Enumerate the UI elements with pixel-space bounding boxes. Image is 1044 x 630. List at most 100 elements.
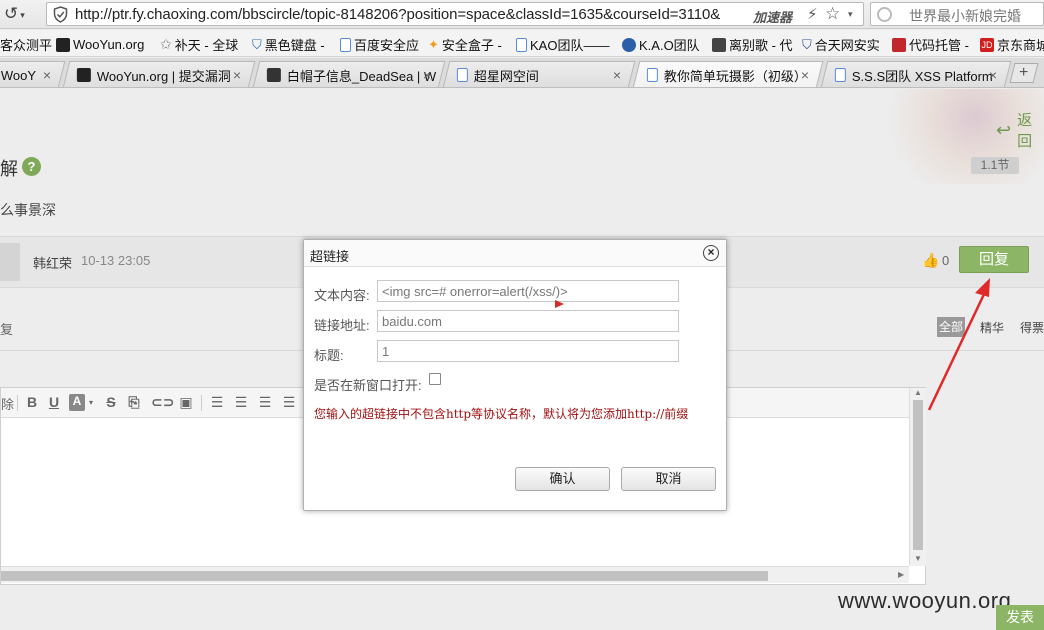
close-icon[interactable]: × [703, 245, 719, 261]
close-icon[interactable]: × [613, 67, 621, 83]
new-tab-button[interactable]: + [1009, 63, 1039, 83]
scroll-up-icon[interactable]: ▲ [914, 388, 922, 397]
chevron-down-icon[interactable]: ▾ [20, 10, 25, 20]
bookmark-label: 代码托管 - [909, 38, 969, 53]
scroll-down-icon[interactable]: ▼ [914, 554, 922, 563]
image-icon[interactable]: ▣ [177, 394, 195, 411]
bookmark-label: 离别歌 - 代 [729, 38, 793, 53]
cancel-button[interactable]: 取消 [621, 467, 716, 491]
bookmark-item[interactable]: ⛉ 合天网安实 [802, 36, 880, 54]
scrollbar-thumb[interactable] [913, 400, 923, 550]
close-icon[interactable]: × [233, 67, 241, 83]
dialog-title: 超链接 [310, 249, 350, 264]
avatar[interactable] [0, 243, 20, 281]
tab-wooyun-short[interactable]: WooY × [0, 61, 66, 87]
bookmark-item[interactable]: 代码托管 - [892, 36, 969, 53]
link-icon[interactable]: ⊂⊃ [151, 394, 174, 411]
topic-subtitle: 么事景深 [0, 202, 56, 218]
underline-button[interactable]: U [47, 394, 61, 411]
bookmarks-bar: 客众测平 WooYun.org ✩ 补天 - 全球 ⛉ 黑色键盘 - 百度安全应 ✦… [0, 30, 1044, 57]
toolbar-separator [17, 395, 18, 411]
reply-button[interactable]: 回复 [959, 246, 1029, 273]
back-icon: ↺ [4, 4, 19, 23]
wooyun-icon [56, 37, 70, 52]
avatar-icon [712, 37, 726, 52]
align-right-icon[interactable]: ☰ [256, 394, 274, 411]
help-icon[interactable]: ? [22, 157, 41, 176]
bookmark-item[interactable]: 离别歌 - 代 [712, 36, 793, 53]
align-center-icon[interactable]: ☰ [232, 394, 250, 411]
new-window-label: 是否在新窗口打开: [314, 378, 422, 393]
page-icon [340, 37, 351, 52]
section-badge[interactable]: 1.1节 [971, 157, 1019, 174]
close-icon[interactable]: × [423, 67, 431, 83]
tab-wooyun-submit[interactable]: WooYun.org | 提交漏洞 × [62, 61, 256, 87]
link-url-field[interactable] [377, 310, 679, 332]
plus-icon: + [1019, 64, 1029, 81]
text-content-label: 文本内容: [314, 288, 370, 303]
bookmark-item[interactable]: K.A.O团队 [622, 36, 700, 53]
tab-label: 超星网空间 [473, 68, 539, 84]
bookmark-item[interactable]: KAO团队—— [516, 36, 609, 53]
tab-xss-platform[interactable]: S.S.S团队 XSS Platform × [820, 61, 1012, 87]
url-field[interactable]: http://ptr.fy.chaoxing.com/bbscircle/top… [46, 2, 864, 26]
bookmark-item[interactable]: WooYun.org [56, 36, 144, 53]
back-button[interactable]: ↺ ▾ [4, 3, 42, 25]
page-icon [646, 68, 658, 82]
bookmark-item[interactable]: JD 京东商城 [980, 36, 1044, 53]
link-url-label: 链接地址: [314, 318, 370, 333]
star-icon[interactable]: ☆ [825, 4, 840, 24]
tab-label: WooY [0, 67, 37, 83]
bookmark-item[interactable]: 百度安全应 [340, 36, 419, 53]
thumbs-up-icon[interactable]: 👍 [922, 252, 939, 269]
vertical-scrollbar[interactable]: ▲ ▼ [909, 388, 926, 566]
new-window-checkbox[interactable] [429, 373, 441, 385]
bold-button[interactable]: B [25, 394, 39, 411]
chevron-down-icon[interactable]: ▾ [89, 398, 93, 415]
back-link[interactable]: ↩ 返回 [996, 109, 1044, 151]
replies-heading: 复 [0, 322, 14, 337]
chevron-down-icon[interactable]: ▾ [848, 9, 853, 20]
bookmark-label: K.A.O团队 [639, 38, 700, 53]
tab-whitehat[interactable]: 白帽子信息_DeadSea | W × [252, 61, 446, 87]
align-left-icon[interactable]: ☰ [208, 394, 226, 411]
paste-icon[interactable]: ⎘ [126, 394, 142, 411]
align-justify-icon[interactable]: ☰ [280, 394, 298, 411]
tab-chaoxing-space[interactable]: 超星网空间 × [442, 61, 636, 87]
strikethrough-button[interactable]: S [104, 394, 118, 411]
wooyun-icon [76, 68, 91, 82]
confirm-button[interactable]: 确认 [515, 467, 610, 491]
link-title-field[interactable] [377, 340, 679, 362]
close-icon[interactable]: × [801, 67, 809, 83]
bookmark-item[interactable]: ⛉ 黑色键盘 - [252, 36, 325, 54]
lightning-icon[interactable]: ⚡ [807, 5, 818, 23]
tab-label: WooYun.org | 提交漏洞 [96, 68, 231, 84]
bookmark-item[interactable]: ✦ 安全盒子 - [428, 36, 502, 54]
tab-strip: WooY × WooYun.org | 提交漏洞 × 白帽子信息_DeadSea… [0, 58, 1044, 88]
publish-button[interactable]: 发表 [996, 605, 1044, 630]
bookmark-label: 黑色键盘 - [264, 38, 325, 53]
text-content-field[interactable] [377, 280, 679, 302]
horizontal-scrollbar[interactable]: ▶ [1, 566, 909, 583]
font-color-button[interactable]: A [69, 394, 85, 411]
bookmark-item[interactable]: 客众测平 [0, 36, 52, 53]
bookmark-item[interactable]: ✩ 补天 - 全球 [160, 36, 238, 53]
shield-icon [53, 6, 68, 23]
post-author[interactable]: 韩红荣 [33, 253, 72, 272]
accelerator-label[interactable]: 加速器 [753, 7, 792, 26]
url-text[interactable]: http://ptr.fy.chaoxing.com/bbscircle/top… [75, 6, 747, 23]
filter-best-tab[interactable]: 精华 [980, 319, 1004, 336]
tab-photography[interactable]: 教你简单玩摄影（初级） × [632, 61, 824, 87]
filter-praise-tab[interactable]: 得票 [1020, 319, 1044, 336]
bookmark-label: 客众测平 [0, 38, 53, 53]
search-input[interactable]: 世界最小新娘完婚 [870, 2, 1044, 26]
protocol-warning: 您输入的超链接中不包含http等协议名称，默认将为您添加http://前缀 [314, 407, 689, 421]
scrollbar-thumb[interactable] [1, 571, 768, 581]
close-icon[interactable]: × [989, 67, 997, 83]
filter-all-tab[interactable]: 全部 [937, 317, 965, 337]
cut-button[interactable]: 除 [1, 394, 14, 412]
tab-label: 白帽子信息_DeadSea | W [286, 68, 437, 84]
close-icon[interactable]: × [43, 67, 51, 83]
scroll-right-icon[interactable]: ▶ [898, 570, 904, 579]
search-icon [877, 7, 892, 22]
